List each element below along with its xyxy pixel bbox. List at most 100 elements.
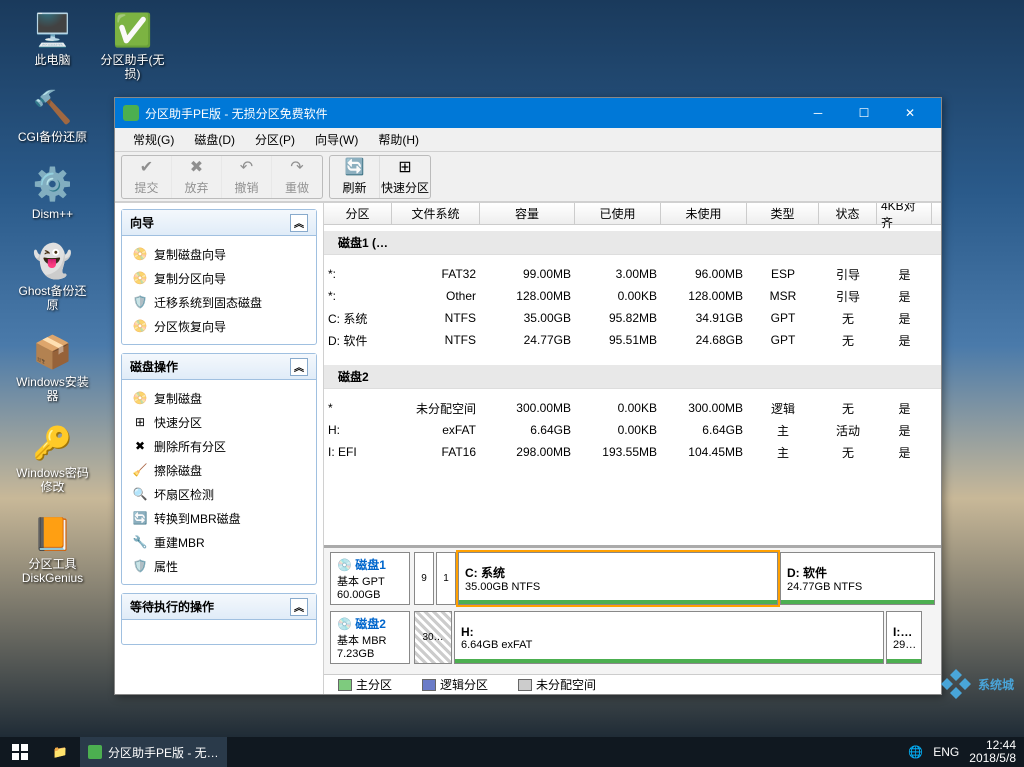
partition-row[interactable]: H:exFAT6.64GB0.00KB6.64GB主活动是 (324, 419, 941, 441)
disk-header[interactable]: 磁盘2 (324, 365, 941, 389)
sidebar-item[interactable]: 🔍坏扇区检测 (126, 482, 312, 506)
maximize-button[interactable]: ☐ (841, 98, 887, 128)
desktop-icon-label: Ghost备份还原 (15, 284, 90, 312)
partition-row[interactable]: C: 系统NTFS35.00GB95.82MB34.91GBGPT无是 (324, 307, 941, 329)
desktop-icon[interactable]: 👻Ghost备份还原 (15, 241, 90, 312)
content-area: 分区文件系统容量已使用未使用类型状态4KB对齐 磁盘1 (… *:FAT3299.… (324, 203, 941, 694)
diskmap-partition[interactable]: D: 软件24.77GB NTFS (780, 552, 935, 605)
system-tray[interactable]: 🌐 ENG 12:442018/5/8 (900, 739, 1024, 765)
diskmap-partition[interactable]: 30… (414, 611, 452, 664)
toolbar-label: 刷新 (342, 179, 366, 196)
taskbar-explorer[interactable]: 📁 (40, 737, 80, 767)
desktop-icon[interactable]: ✅分区助手(无损) (95, 10, 170, 81)
app-icon: ⚙️ (33, 164, 73, 204)
sidebar-item[interactable]: 🛡️迁移系统到固态磁盘 (126, 290, 312, 314)
partition-row[interactable]: *:FAT3299.00MB3.00MB96.00MBESP引导是 (324, 263, 941, 285)
panel-header[interactable]: 向导︽ (122, 210, 316, 236)
toolbar-label: 提交 (134, 179, 158, 196)
titlebar[interactable]: 分区助手PE版 - 无损分区免费软件 ─ ☐ ✕ (115, 98, 941, 128)
diskmap-partition[interactable]: H:6.64GB exFAT (454, 611, 884, 664)
disk-header[interactable]: 磁盘1 (… (324, 231, 941, 255)
legend-item: 逻辑分区 (422, 676, 488, 693)
toolbar-刷新[interactable]: 🔄 刷新 (330, 156, 380, 198)
toolbar-icon: ✖ (187, 157, 207, 177)
network-icon[interactable]: 🌐 (908, 745, 923, 759)
collapse-icon[interactable]: ︽ (290, 598, 308, 616)
sidebar-item[interactable]: 📀复制磁盘向导 (126, 242, 312, 266)
minimize-button[interactable]: ─ (795, 98, 841, 128)
column-header[interactable]: 文件系统 (392, 203, 480, 224)
language-indicator[interactable]: ENG (933, 745, 959, 759)
cell: 0.00KB (575, 401, 661, 415)
taskbar-app[interactable]: 分区助手PE版 - 无… (80, 737, 227, 767)
panel-header[interactable]: 等待执行的操作︽ (122, 594, 316, 620)
menu-item[interactable]: 帮助(H) (368, 131, 429, 148)
app-icon: ✅ (113, 10, 153, 50)
menu-item[interactable]: 分区(P) (245, 131, 305, 148)
item-icon: 🛡️ (132, 558, 148, 574)
close-button[interactable]: ✕ (887, 98, 933, 128)
sidebar-item[interactable]: 📀复制磁盘 (126, 386, 312, 410)
sidebar-item[interactable]: ✖删除所有分区 (126, 434, 312, 458)
partition-row[interactable]: I: EFIFAT16298.00MB193.55MB104.45MB主无是 (324, 441, 941, 463)
cell: *: (324, 267, 392, 281)
menu-item[interactable]: 向导(W) (305, 131, 368, 148)
taskbar-app-label: 分区助手PE版 - 无… (108, 744, 219, 761)
column-header[interactable]: 类型 (747, 203, 819, 224)
desktop-icon[interactable]: 🔨CGI备份还原 (15, 87, 90, 144)
cell: H: (324, 423, 392, 437)
sidebar: 向导︽ 📀复制磁盘向导📀复制分区向导🛡️迁移系统到固态磁盘📀分区恢复向导 磁盘操… (115, 203, 324, 694)
desktop-icon[interactable]: 📙分区工具DiskGenius (15, 514, 90, 585)
diskmap-disk[interactable]: 💿 磁盘2基本 MBR7.23GB (330, 611, 410, 664)
desktop-icon-label: 此电脑 (34, 53, 70, 67)
column-header[interactable]: 未使用 (661, 203, 747, 224)
menu-item[interactable]: 磁盘(D) (184, 131, 245, 148)
partition-row[interactable]: D: 软件NTFS24.77GB95.51MB24.68GBGPT无是 (324, 329, 941, 351)
toolbar-快速分区[interactable]: ⊞快速分区 (380, 156, 430, 198)
column-header[interactable]: 分区 (324, 203, 392, 224)
partition-row[interactable]: *:Other128.00MB0.00KB128.00MBMSR引导是 (324, 285, 941, 307)
cell: 是 (877, 310, 932, 327)
toolbar-label: 撤销 (234, 179, 258, 196)
cell: FAT32 (392, 267, 480, 281)
desktop-icon[interactable]: ⚙️Dism++ (15, 164, 90, 221)
panel-header[interactable]: 磁盘操作︽ (122, 354, 316, 380)
diskmap-partition[interactable]: I:…29… (886, 611, 922, 664)
desktop-icon[interactable]: 🖥️此电脑 (15, 10, 90, 67)
collapse-icon[interactable]: ︽ (290, 214, 308, 232)
cell: 是 (877, 288, 932, 305)
cell: 34.91GB (661, 311, 747, 325)
column-header[interactable]: 已使用 (575, 203, 661, 224)
cell: 主 (747, 444, 819, 461)
sidebar-item[interactable]: 🧹擦除磁盘 (126, 458, 312, 482)
toolbar-icon: 🔄 (345, 157, 365, 177)
table-header: 分区文件系统容量已使用未使用类型状态4KB对齐 (324, 203, 941, 225)
sidebar-item[interactable]: 🛡️属性 (126, 554, 312, 578)
collapse-icon[interactable]: ︽ (290, 358, 308, 376)
sidebar-item[interactable]: 🔄转换到MBR磁盘 (126, 506, 312, 530)
column-header[interactable]: 4KB对齐 (877, 203, 932, 224)
diskmap-partition[interactable]: 9 (414, 552, 434, 605)
partition-row[interactable]: *未分配空间300.00MB0.00KB300.00MB逻辑无是 (324, 397, 941, 419)
legend: 主分区逻辑分区未分配空间 (324, 674, 941, 694)
diskmap-partition[interactable]: 1 (436, 552, 456, 605)
menu-item[interactable]: 常规(G) (123, 131, 184, 148)
item-label: 删除所有分区 (154, 438, 226, 455)
cell: 是 (877, 422, 932, 439)
desktop-icon[interactable]: 🔑Windows密码修改 (15, 423, 90, 494)
start-button[interactable] (0, 737, 40, 767)
diskmap-disk[interactable]: 💿 磁盘1基本 GPT60.00GB (330, 552, 410, 605)
cell: 104.45MB (661, 445, 747, 459)
column-header[interactable]: 状态 (819, 203, 877, 224)
pending-panel: 等待执行的操作︽ (121, 593, 317, 645)
sidebar-item[interactable]: 📀分区恢复向导 (126, 314, 312, 338)
legend-label: 逻辑分区 (440, 676, 488, 693)
item-label: 复制磁盘向导 (154, 246, 226, 263)
sidebar-item[interactable]: ⊞快速分区 (126, 410, 312, 434)
sidebar-item[interactable]: 🔧重建MBR (126, 530, 312, 554)
column-header[interactable]: 容量 (480, 203, 575, 224)
desktop-icon[interactable]: 📦Windows安装器 (15, 332, 90, 403)
cell: 无 (819, 332, 877, 349)
diskmap-partition[interactable]: C: 系统35.00GB NTFS (458, 552, 778, 605)
sidebar-item[interactable]: 📀复制分区向导 (126, 266, 312, 290)
